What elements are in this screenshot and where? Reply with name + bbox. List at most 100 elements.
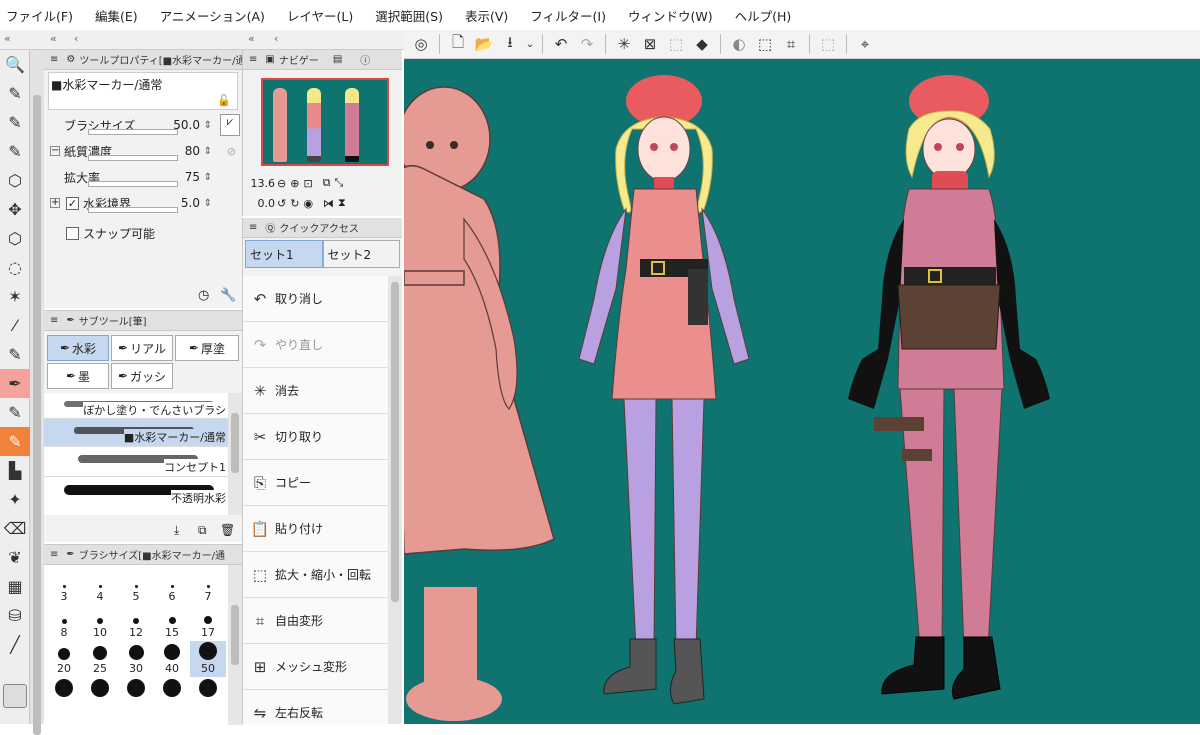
list-item[interactable]: コンセプト1 [44,447,228,477]
rotate-left-icon[interactable]: ↺ [277,197,286,210]
brush-size-option[interactable]: 8 [46,605,82,641]
quick-access-scrollbar[interactable] [388,276,402,724]
menu-help[interactable]: ヘルプ(H) [735,6,792,25]
layer-icon[interactable]: ▤ [333,54,342,65]
line-tool-icon[interactable]: ╱ [0,630,30,659]
quick-access-item[interactable]: ✳ 消去 [243,368,389,414]
quick-access-item[interactable]: ✂ 切り取り [243,414,389,460]
zoom-value[interactable]: 13.6 [247,177,276,190]
quick-access-item[interactable]: ⬚ 拡大・縮小・回転 [243,552,389,598]
actual-size-icon[interactable]: ⧉ [323,176,331,190]
collapse-icon[interactable]: « [248,32,255,45]
transparency-icon[interactable]: ◐ [726,32,752,56]
tab-set2[interactable]: セット2 [322,240,400,268]
zoom-in-icon[interactable]: ⊕ [290,177,299,190]
size-dot[interactable] [163,679,181,697]
zoom-ratio-slider[interactable] [88,181,178,187]
brush-size-option[interactable]: 4 [82,569,118,605]
watercolor-edge-slider[interactable] [88,207,178,213]
brush-size-option[interactable]: 50 [190,641,226,677]
eyedropper-icon[interactable]: ⁄ [0,311,30,340]
quick-access-item[interactable]: ↷ やり直し [243,322,389,368]
collapse-icon[interactable]: « [4,32,11,45]
wrench-icon[interactable]: 🔧 [220,288,236,303]
menu-layer[interactable]: レイヤー(L) [287,6,353,25]
fill-icon[interactable]: ⬚ [663,32,689,56]
quick-access-item[interactable]: ↶ 取り消し [243,276,389,322]
menu-icon[interactable]: ≡ [50,54,58,65]
redo-icon[interactable]: ↷ [574,32,600,56]
lasso-tool-icon[interactable]: ◌ [0,253,30,282]
list-item[interactable]: ■水彩マーカー/通常 [44,419,228,447]
airbrush-icon[interactable]: ▙ [0,456,30,485]
chevron-left-icon[interactable]: ‹ [274,32,278,45]
bucket-icon[interactable]: ◆ [689,32,715,56]
watercolor-edge-checkbox[interactable]: ✓ [66,196,79,210]
scroll-thumb[interactable] [231,605,239,665]
scroll-thumb[interactable] [391,282,399,602]
gradient-icon[interactable]: ▦ [0,572,30,601]
list-item[interactable]: 不透明水彩 [44,477,228,507]
pen-tool-icon[interactable]: ✎ [0,108,30,137]
watercolor-edge-value[interactable]: 5.0 [181,196,200,210]
subtool-tab-ink[interactable]: ✒ 墨 [47,363,109,389]
size-dot[interactable] [199,679,217,697]
collapse-icon[interactable]: « [50,32,57,45]
brush-size-option[interactable]: 6 [154,569,190,605]
scroll-thumb[interactable] [33,95,41,735]
spinner-icon[interactable]: ⇕ [204,172,212,183]
size-dot[interactable] [127,679,145,697]
brush-size-option[interactable]: 5 [118,569,154,605]
brush-size-value[interactable]: 50.0 [173,118,200,132]
brush-tool-icon[interactable]: ✎ [0,427,30,456]
pencil-tool-icon[interactable]: ✎ [0,398,30,427]
zoom-out-icon[interactable]: ⊖ [277,177,286,190]
move-tool-icon[interactable]: ✥ [0,195,30,224]
menu-icon[interactable]: ≡ [249,222,257,233]
eraser-icon[interactable]: ⌫ [0,514,30,543]
select-layer-icon[interactable]: ⌖ [852,32,878,56]
brush-tool-icon[interactable]: ✒ [0,369,30,398]
subtool-tab-watercolor[interactable]: ✒ 水彩 [47,335,109,361]
brush-size-option[interactable]: 30 [118,641,154,677]
subtool-tab-real[interactable]: ✒ リアル [111,335,173,361]
brush-size-option[interactable]: 20 [46,641,82,677]
brush-size-option[interactable]: 40 [154,641,190,677]
size-dot[interactable] [91,679,109,697]
list-scrollbar[interactable] [228,393,242,515]
paper-density-value[interactable]: 80 [185,144,200,158]
zoom-tool-icon[interactable]: 🔍 [0,50,30,79]
undo-icon[interactable]: ↶ [548,32,574,56]
subtool-tab-thick[interactable]: ✒ 厚塗 [175,335,239,361]
rotate-right-icon[interactable]: ↻ [290,197,299,210]
pen-tool-icon[interactable]: ✎ [0,137,30,166]
clear-icon[interactable]: ✳ [611,32,637,56]
rotation-value[interactable]: 0.0 [247,197,276,210]
trash-icon[interactable]: 🗑 [220,523,235,537]
zoom-ratio-value[interactable]: 75 [185,170,200,184]
spinner-icon[interactable]: ⇕ [204,146,212,157]
open-folder-icon[interactable]: 📂 [471,32,497,56]
brush-size-option[interactable]: 17 [190,605,226,641]
menu-window[interactable]: ウィンドウ(W) [628,6,713,25]
magic-wand-icon[interactable]: ✶ [0,282,30,311]
duplicate-icon[interactable]: ⧉ [198,523,207,538]
pressure-icon[interactable]: ⩗ [220,114,240,136]
app-logo-icon[interactable]: ◎ [408,32,434,56]
brush-size-option[interactable]: 25 [82,641,118,677]
pen-tool-icon[interactable]: ✎ [0,79,30,108]
brush-size-option[interactable]: 10 [82,605,118,641]
brush-size-option[interactable]: 15 [154,605,190,641]
chevron-left-icon[interactable]: ‹ [74,32,78,45]
pen-tool-icon[interactable]: ✎ [0,340,30,369]
color-swatch[interactable] [3,684,27,708]
flip-vertical-icon[interactable]: ⧗ [338,196,346,210]
brush-size-slider[interactable] [88,129,178,135]
spinner-icon[interactable]: ⇕ [204,120,212,131]
3d-object-icon[interactable]: ⬡ [0,224,30,253]
brush-settings-icon[interactable]: ◷ [198,288,209,303]
quick-access-item[interactable]: ⊞ メッシュ変形 [243,644,389,690]
flip-horizontal-icon[interactable]: ⧒ [323,197,334,210]
paper-density-slider[interactable] [88,155,178,161]
menu-selection[interactable]: 選択範囲(S) [375,6,443,25]
